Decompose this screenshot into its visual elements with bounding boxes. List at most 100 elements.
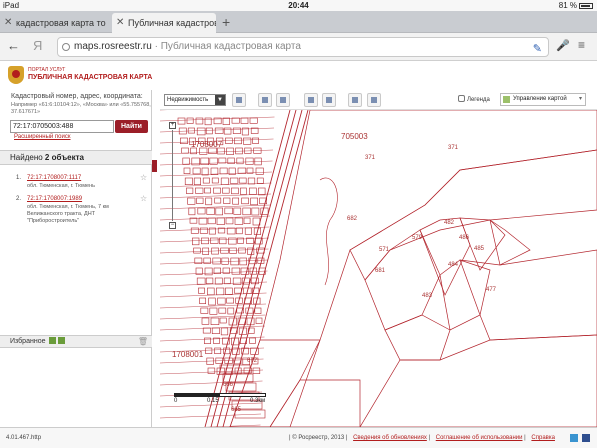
footer-url: 4.01.467.http [6, 435, 42, 441]
favorites-header[interactable]: Избранное 🗑 [0, 335, 152, 348]
bookmark-tool-icon[interactable] [322, 93, 336, 107]
print-tool-icon[interactable] [348, 93, 362, 107]
parcel-boundary [215, 207, 223, 216]
panel-collapse-handle[interactable] [152, 160, 157, 172]
parcel-boundary [205, 197, 213, 206]
back-arrow-icon[interactable]: ← [7, 38, 20, 53]
tab-cadastral-search[interactable]: ✕ кадастровая карта то [0, 13, 110, 33]
parcel-boundary [195, 117, 204, 125]
zoom-slider[interactable]: + − [169, 122, 176, 232]
star-icon[interactable]: ☆ [140, 174, 147, 182]
search-input[interactable]: 72:17:0705003:488 [10, 120, 114, 133]
parcel-boundary [160, 237, 270, 243]
legend-checkbox[interactable] [458, 95, 465, 102]
parcel-boundary [234, 137, 242, 145]
zoom-in-button[interactable]: + [169, 122, 176, 129]
parcel-boundary [207, 217, 216, 225]
zoom-out-button[interactable]: − [169, 222, 176, 229]
parcel-boundary [255, 167, 264, 175]
parcel-boundary [219, 167, 228, 175]
parcel-boundary [249, 117, 258, 124]
legend-toggle[interactable]: Легенда [458, 95, 490, 103]
parcel-boundary [245, 157, 254, 165]
select-tool-icon[interactable] [258, 93, 272, 107]
draw-tool-icon[interactable] [367, 93, 381, 107]
parcel-boundary [192, 167, 201, 175]
parcel-label: 482 [444, 220, 455, 226]
parcel-label: 672 [247, 358, 258, 364]
list-item[interactable]: 1. 72:17:1708007:1117 обл. Тюменская, г.… [10, 174, 150, 197]
tab-public-cadastral-map[interactable]: ✕ Публичная кадастрова [112, 13, 216, 33]
map-control-select[interactable]: Управление картой ▾ [500, 93, 586, 106]
parcel-boundary [319, 177, 338, 286]
parcel-boundary [349, 149, 597, 281]
list-item[interactable]: 2. 72:17:1708007:1989 обл. Тюменская, г.… [10, 195, 150, 226]
parcel-boundary [234, 287, 242, 294]
parcel-label: 486 [459, 235, 470, 241]
advanced-search-link[interactable]: Расширенный поиск [14, 134, 71, 140]
menu-icon[interactable]: ≡ [578, 38, 585, 52]
parcel-boundary [202, 177, 210, 184]
parcel-boundary [203, 257, 211, 264]
parcel-boundary [204, 117, 212, 126]
parcel-label: 579 [412, 235, 423, 241]
parcel-boundary [210, 237, 219, 244]
parcel-label: 571 [379, 247, 390, 253]
new-tab-button[interactable]: + [222, 14, 230, 30]
parcel-boundary [213, 187, 221, 194]
parcel-boundary [210, 167, 219, 175]
favorites-export-icon[interactable] [58, 337, 66, 344]
result-link[interactable]: 72:17:1708007:1117 [27, 175, 81, 182]
microphone-icon[interactable]: 🎤 [556, 39, 570, 52]
parcel-boundary [214, 277, 223, 285]
parcel-boundary [160, 171, 273, 177]
help-link[interactable]: Справка [531, 435, 555, 441]
updates-link[interactable]: Сведения об обновлениях [353, 435, 427, 441]
parcel-boundary [243, 137, 252, 145]
tab-bar: ✕ кадастровая карта то ✕ Публичная кадас… [0, 11, 597, 33]
parcel-boundary [250, 197, 258, 206]
edit-pen-icon[interactable]: ✎ [533, 40, 542, 58]
cadastral-map[interactable]: + − 705003 371 371 1708007 482 486 485 5… [160, 110, 597, 427]
measure-tool-icon[interactable] [304, 93, 318, 107]
parcel-boundary [197, 207, 206, 215]
parcel-boundary [217, 297, 226, 305]
parcel-boundary [227, 157, 235, 164]
parcel-label: 483 [422, 293, 433, 299]
find-button[interactable]: Найти [115, 120, 148, 133]
twitter-icon[interactable] [570, 434, 578, 442]
parcel-boundary [222, 110, 309, 427]
close-tab-icon[interactable]: ✕ [116, 13, 124, 33]
parcel-boundary [228, 237, 237, 245]
close-tab-icon[interactable]: ✕ [4, 13, 12, 33]
parcel-boundary [229, 110, 597, 427]
parcel-boundary [201, 317, 210, 325]
parcel-label: 682 [347, 216, 358, 222]
parcel-boundary [218, 307, 227, 314]
parcel-boundary [196, 277, 206, 285]
layer-select[interactable]: Недвижимость ▼ [164, 94, 226, 106]
parcel-boundary [192, 237, 200, 246]
trash-icon[interactable]: 🗑 [138, 336, 148, 348]
parcel-boundary [190, 227, 199, 234]
parcel-boundary [205, 277, 214, 284]
result-link[interactable]: 72:17:1708007:1989 [27, 196, 82, 203]
terms-link[interactable]: Соглашение об использовании [436, 435, 523, 441]
parcel-boundary [254, 307, 262, 314]
parcel-boundary [222, 117, 230, 125]
site-info-icon [62, 43, 70, 51]
favorites-add-icon[interactable] [49, 337, 57, 344]
info-tool-icon[interactable] [276, 93, 290, 107]
yandex-logo-icon[interactable]: Я [33, 38, 42, 53]
star-icon[interactable]: ☆ [140, 195, 147, 203]
footer: 4.01.467.http | © Росреестр, 2013 | Свед… [0, 427, 597, 448]
parcel-boundary [269, 379, 361, 427]
url-field[interactable]: maps.rosreestr.ru · Публичная кадастрова… [57, 37, 549, 57]
parcel-label: 371 [448, 145, 459, 151]
identify-tool-icon[interactable] [232, 93, 246, 107]
parcel-boundary [242, 207, 251, 216]
parcel-boundary [212, 257, 221, 265]
parcel-boundary [226, 297, 234, 304]
facebook-icon[interactable] [582, 434, 590, 442]
zoom-track[interactable] [172, 130, 173, 221]
